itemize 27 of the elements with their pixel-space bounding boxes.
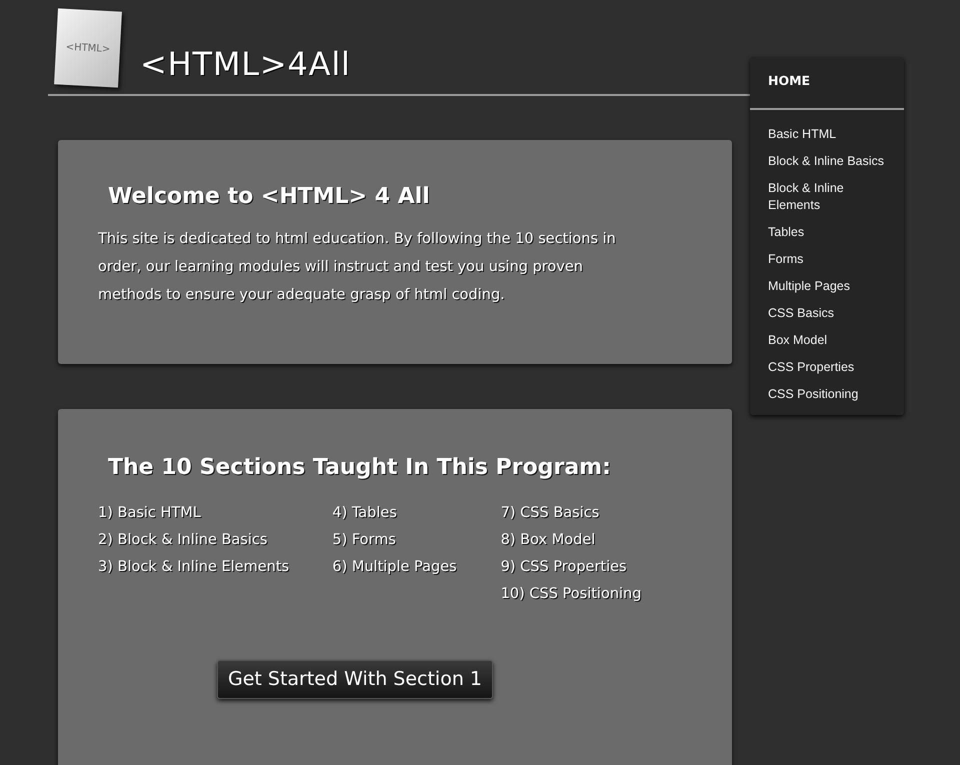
section-item: 9) CSS Properties	[500, 558, 628, 577]
nav-link[interactable]: Block & Inline Basics	[750, 152, 904, 170]
nav-link[interactable]: Multiple Pages	[750, 278, 904, 295]
section-item: 5) Forms	[332, 531, 397, 550]
nav-link[interactable]: Basic HTML	[750, 126, 904, 143]
nav-link[interactable]: CSS Positioning	[750, 386, 904, 403]
nav-link[interactable]: Tables	[750, 224, 904, 241]
site-title: <HTML>4All	[140, 48, 351, 85]
get-started-button[interactable]: Get Started With Section 1	[216, 660, 493, 699]
nav-link[interactable]: Box Model	[750, 332, 904, 349]
section-item: 3) Block & Inline Elements	[98, 558, 290, 577]
section-item: 8) Box Model	[500, 531, 596, 550]
section-item: 1) Basic HTML	[98, 504, 202, 523]
section-item: 10) CSS Positioning	[500, 585, 642, 604]
welcome-heading: Welcome to <HTML> 4 All	[108, 183, 431, 211]
section-item: 7) CSS Basics	[500, 504, 600, 523]
nav-link[interactable]: Block & Inline Elements	[750, 180, 904, 214]
sections-heading: The 10 Sections Taught In This Program:	[108, 454, 612, 482]
section-item: 2) Block & Inline Basics	[98, 531, 268, 550]
section-item: 6) Multiple Pages	[332, 558, 458, 577]
nav-link[interactable]: CSS Properties	[750, 358, 904, 376]
logo-text: <HTML>	[65, 40, 111, 57]
welcome-text: This site is dedicated to html education. By following the 10 sections in order, our learning modules will instruct and test you using proven methods to ensure your adequate grasp of html coding.	[98, 230, 617, 305]
section-item: 4) Tables	[332, 504, 398, 523]
nav-link[interactable]: CSS Basics	[750, 304, 904, 322]
nav-link[interactable]: Forms	[750, 250, 904, 268]
nav-link[interactable]: HOME	[750, 57, 904, 108]
